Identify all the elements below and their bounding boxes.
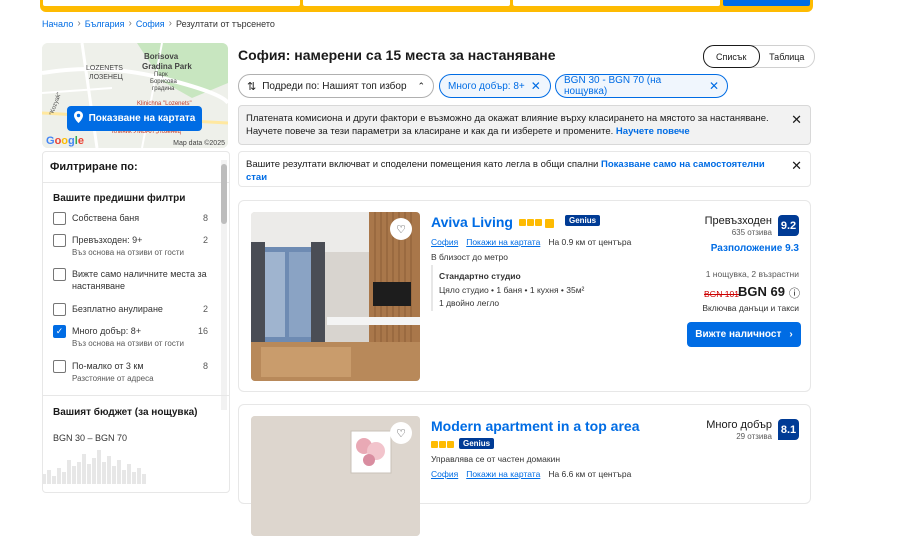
chevron-right-icon: › bbox=[77, 18, 81, 29]
sort-icon: ⇅ bbox=[247, 80, 257, 93]
property-links: София Покажи на картата На 0.9 км от цен… bbox=[431, 237, 631, 247]
host-type: Управлява се от частен домакин bbox=[431, 454, 561, 464]
chip-budget[interactable]: BGN 30 - BGN 70 (на нощувка) ✕ bbox=[555, 74, 728, 98]
city-link[interactable]: София bbox=[431, 237, 458, 247]
rating-word: Много добър bbox=[706, 419, 772, 431]
review-score: 8.1 bbox=[778, 419, 799, 440]
chevron-updown-icon: ⌃ bbox=[417, 80, 425, 91]
chip-very-good[interactable]: Много добър: 8+ ✕ bbox=[439, 74, 551, 98]
property-photo[interactable]: ♡ bbox=[251, 416, 420, 536]
map-label: Борисова bbox=[150, 79, 177, 85]
shared-rooms-notice: Вашите резултати включват и споделени по… bbox=[238, 151, 811, 187]
location-score: Разположение 9.3 bbox=[710, 243, 799, 254]
filters-scrollbar[interactable] bbox=[221, 160, 227, 410]
room-description: Цяло студио • 1 баня • 1 кухня • 35м² bbox=[439, 285, 585, 295]
close-icon[interactable]: ✕ bbox=[791, 113, 802, 126]
search-bar bbox=[40, 0, 813, 12]
stars-rating bbox=[431, 441, 454, 448]
property-links: София Покажи на картата На 6.6 км от цен… bbox=[431, 469, 631, 479]
property-card: ♡ Aviva Living Genius София Покажи на ка… bbox=[238, 200, 811, 392]
budget-title: Вашият бюджет (за нощувка) bbox=[53, 407, 198, 418]
old-price: BGN 101 bbox=[704, 289, 739, 299]
map-label: Gradina Park bbox=[142, 62, 192, 71]
sort-dropdown[interactable]: ⇅ Подреди по: Нашият топ избор ⌃ bbox=[238, 74, 434, 98]
map-label: Borisova bbox=[144, 52, 179, 61]
destination-field[interactable] bbox=[43, 0, 300, 6]
distance: На 6.6 км от центъра bbox=[548, 469, 632, 479]
view-list-button[interactable]: Списък bbox=[703, 45, 760, 68]
rating-word: Превъзходен bbox=[704, 215, 772, 227]
learn-more-link[interactable]: Научете повече bbox=[616, 126, 690, 137]
close-icon[interactable]: ✕ bbox=[791, 159, 802, 172]
close-icon[interactable]: ✕ bbox=[709, 79, 719, 93]
show-on-map-link[interactable]: Покажи на картата bbox=[466, 469, 540, 479]
search-button[interactable] bbox=[723, 0, 810, 6]
show-map-button[interactable]: Показване на картата bbox=[67, 106, 202, 131]
google-logo: Google bbox=[46, 135, 84, 147]
view-toggle: Списък Таблица bbox=[703, 45, 815, 68]
checkbox[interactable] bbox=[53, 360, 66, 373]
budget-histogram bbox=[42, 450, 146, 484]
genius-badge: Genius bbox=[459, 438, 495, 449]
near-metro: В близост до метро bbox=[431, 252, 508, 262]
checkbox[interactable] bbox=[53, 303, 66, 316]
chevron-right-icon: › bbox=[789, 329, 793, 340]
results-title: София: намерени са 15 места за настанява… bbox=[238, 47, 556, 63]
filter-option[interactable]: Вижте само наличните места за настаняван… bbox=[53, 268, 208, 296]
chevron-right-icon: › bbox=[128, 18, 132, 29]
bed-info: 1 двойно легло bbox=[439, 298, 500, 308]
breadcrumb-home[interactable]: Начало bbox=[42, 19, 73, 29]
map-label: ЛОЗЕНЕЦ bbox=[89, 74, 123, 81]
filter-option-very-good[interactable]: ✓ Много добър: 8+ Въз основа на отзиви о… bbox=[53, 325, 208, 351]
property-name[interactable]: Aviva Living bbox=[431, 214, 513, 230]
view-table-button[interactable]: Таблица bbox=[760, 46, 815, 67]
checkbox[interactable] bbox=[53, 212, 66, 225]
ranking-notice: Платената комисиона и други фактори е въ… bbox=[238, 105, 811, 145]
distance: На 0.9 км от центъра bbox=[548, 237, 632, 247]
review-score: 9.2 bbox=[778, 215, 799, 236]
info-icon[interactable]: ⓘ bbox=[789, 285, 800, 301]
breadcrumb-city[interactable]: София bbox=[136, 19, 165, 29]
map-label: градина bbox=[152, 86, 175, 92]
map-data-credit: Map data ©2025 bbox=[173, 140, 225, 147]
map-pin-icon bbox=[73, 111, 83, 126]
filter-option[interactable]: Превъзходен: 9+ Въз основа на отзиви от … bbox=[53, 234, 208, 260]
guests-field[interactable] bbox=[513, 0, 720, 6]
genius-badge: Genius bbox=[565, 215, 601, 226]
thumbs-up-icon bbox=[545, 219, 554, 228]
chevron-right-icon: › bbox=[168, 18, 172, 29]
nights-guests: 1 нощувка, 2 възрастни bbox=[705, 269, 799, 279]
checkbox-checked[interactable]: ✓ bbox=[53, 325, 66, 338]
previous-filters-title: Вашите предишни филтри bbox=[53, 193, 186, 204]
checkbox[interactable] bbox=[53, 268, 66, 281]
checkbox[interactable] bbox=[53, 234, 66, 247]
property-photo[interactable]: ♡ bbox=[251, 212, 420, 381]
heart-icon[interactable]: ♡ bbox=[390, 422, 412, 444]
heart-icon[interactable]: ♡ bbox=[390, 218, 412, 240]
review-count: 635 отзива bbox=[731, 228, 772, 237]
map-label: Парк bbox=[154, 72, 168, 78]
property-name[interactable]: Modern apartment in a top area bbox=[431, 418, 639, 434]
show-on-map-link[interactable]: Покажи на картата bbox=[466, 237, 540, 247]
map-preview[interactable]: Borisova Gradina Park Парк Борисова град… bbox=[42, 43, 228, 148]
dates-field[interactable] bbox=[303, 0, 510, 6]
filter-option[interactable]: Собствена баня 8 bbox=[53, 212, 208, 226]
breadcrumb-country[interactable]: България bbox=[85, 19, 125, 29]
stars-rating bbox=[519, 219, 554, 228]
taxes-note: Включва данъци и такси bbox=[702, 303, 799, 313]
map-label: LOZENETS bbox=[86, 65, 123, 72]
breadcrumb: Начало › България › София › Резултати от… bbox=[42, 18, 275, 29]
city-link[interactable]: София bbox=[431, 469, 458, 479]
filter-option[interactable]: По-малко от 3 км Разстояние от адреса 8 bbox=[53, 360, 208, 386]
breadcrumb-current: Резултати от търсенето bbox=[175, 18, 275, 29]
show-map-label: Показване на картата bbox=[88, 113, 196, 124]
review-count: 29 отзива bbox=[736, 432, 772, 441]
see-availability-button[interactable]: Вижте наличност › bbox=[687, 322, 801, 347]
price: BGN 69 bbox=[738, 284, 785, 299]
filter-option[interactable]: Безплатно анулиране 2 bbox=[53, 303, 208, 317]
close-icon[interactable]: ✕ bbox=[531, 79, 541, 93]
room-type: Стандартно студио bbox=[439, 271, 521, 281]
property-card: ♡ Modern apartment in a top area Genius … bbox=[238, 404, 811, 536]
filters-title: Филтриране по: bbox=[50, 161, 138, 173]
